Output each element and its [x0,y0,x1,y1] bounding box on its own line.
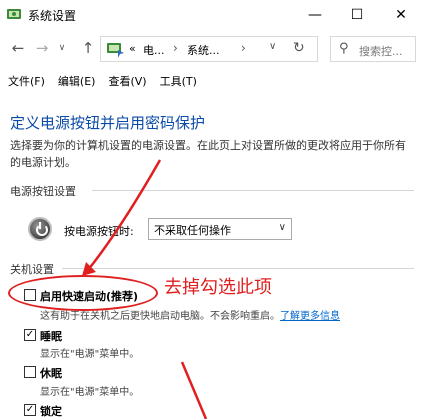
annotation-arrow-bottom [180,361,208,419]
annotation-arrow-top [87,159,162,271]
annotation-arrows [82,159,208,419]
